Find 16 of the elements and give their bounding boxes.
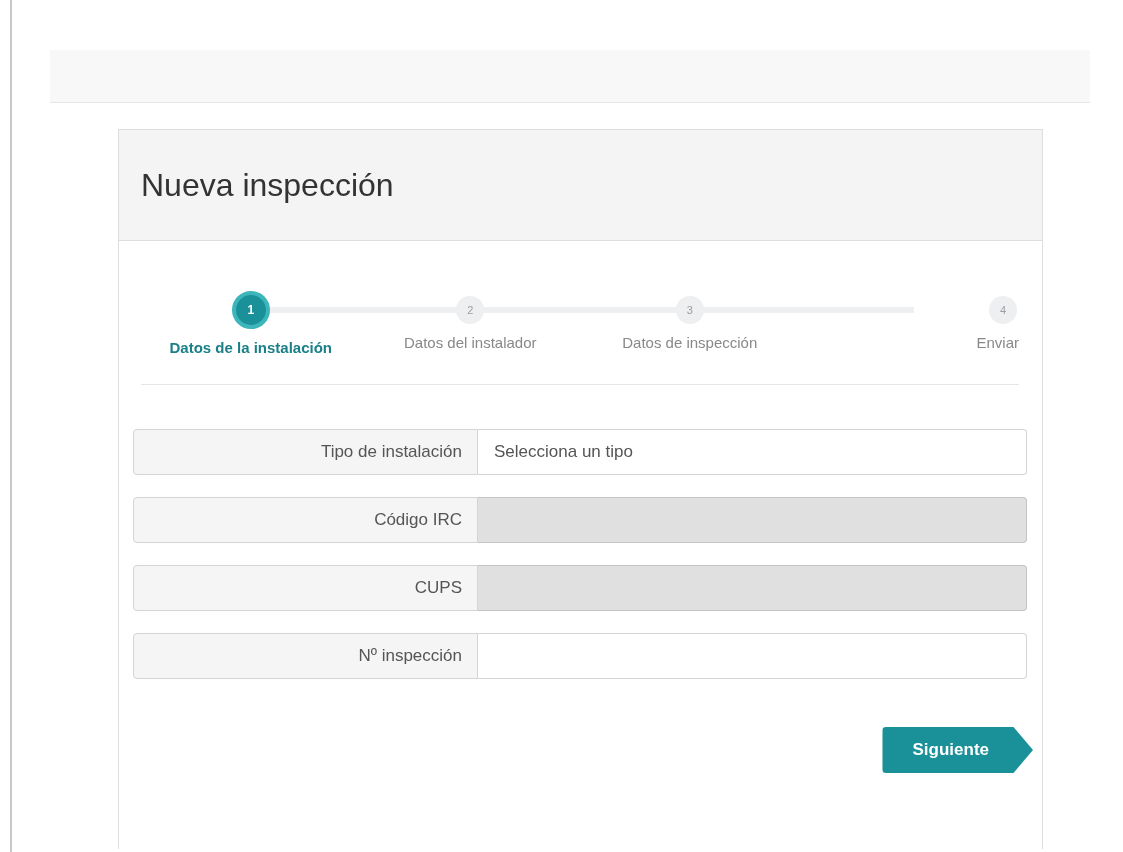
step-label[interactable]: Datos del instalador — [403, 334, 537, 351]
step-label[interactable]: Datos de la instalación — [169, 339, 332, 356]
field-label: Nº inspección — [133, 633, 478, 679]
next-button[interactable]: Siguiente — [882, 727, 1033, 773]
input-field[interactable]: Selecciona un tipo — [478, 429, 1027, 475]
step-label[interactable]: Enviar — [976, 334, 1019, 351]
field-label: Tipo de instalación — [133, 429, 478, 475]
input-field[interactable] — [478, 633, 1027, 679]
step-circle[interactable]: 4 — [989, 296, 1017, 324]
step-circle[interactable]: 3 — [675, 296, 704, 324]
field-label: CUPS — [133, 565, 478, 611]
field-label: Código IRC — [133, 497, 478, 543]
step-circle[interactable]: 1 — [231, 291, 270, 329]
step-circle[interactable]: 2 — [456, 296, 485, 324]
page-title: Nueva inspección — [141, 166, 394, 204]
step-label[interactable]: Datos de inspección — [622, 334, 758, 351]
